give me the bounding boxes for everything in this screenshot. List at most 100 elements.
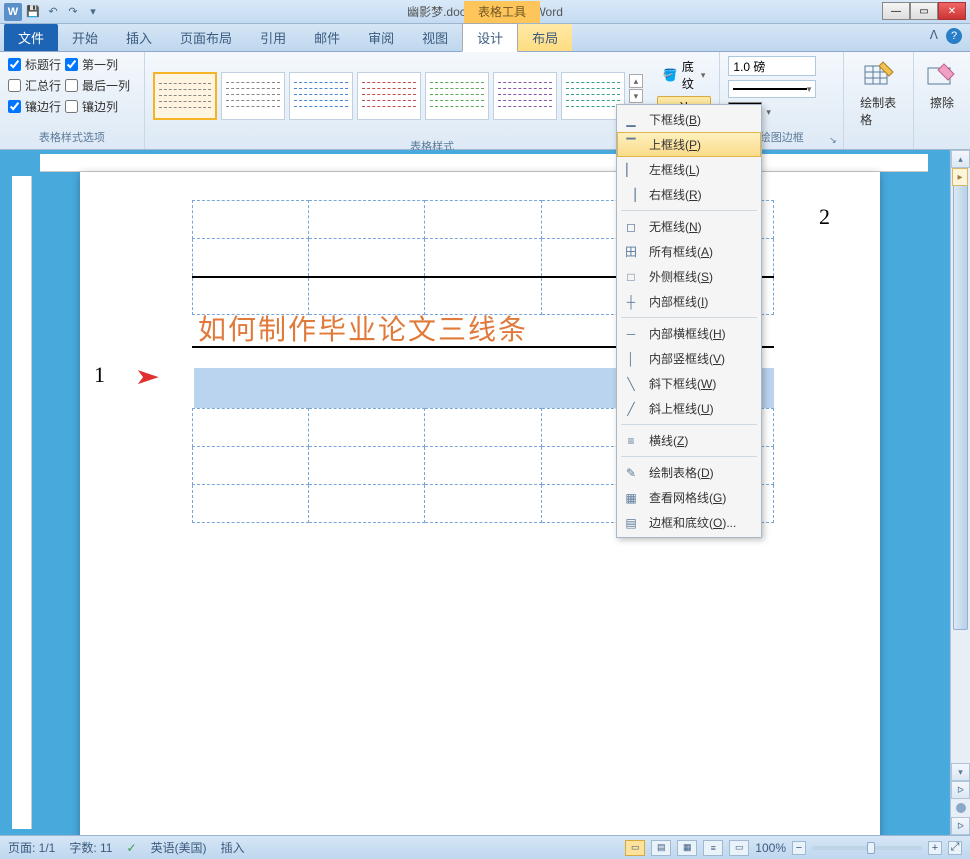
status-page[interactable]: 页面: 1/1 [8,839,55,856]
border-item-icon: ▦ [621,490,641,506]
status-words[interactable]: 字数: 11 [69,839,112,856]
chk-first-col[interactable]: 第一列 [65,56,130,73]
border-item-icon: □ [621,269,641,285]
dialog-launcher-icon[interactable]: ↘ [829,135,841,147]
eraser-button[interactable]: 擦除 [922,56,962,115]
group-eraser-btn: 擦除 [914,52,970,149]
border-menu-V[interactable]: │内部竖框线(V) [617,346,761,371]
group-draw-table-btn: 绘制表格 [844,52,914,149]
tab-pagelayout[interactable]: 页面布局 [166,24,246,51]
border-menu-U[interactable]: ╱斜上框线(U) [617,396,761,421]
side-panel-tab[interactable]: ▸ [952,168,968,186]
border-menu-S[interactable]: □外侧框线(S) [617,264,761,289]
document-heading: 如何制作毕业论文三线条 [198,308,528,348]
gallery-down-icon[interactable]: ▾ [629,89,643,103]
pen-weight-select[interactable] [728,56,816,76]
border-menu-B[interactable]: ▁下框线(B) [617,107,761,132]
border-menu-O[interactable]: ▤边框和底纹(O)... [617,510,761,535]
tab-layout[interactable]: 布局 [518,24,572,51]
word-app-icon: W [4,3,22,21]
shading-button[interactable]: 🪣底纹▾ [657,56,712,94]
zoom-slider[interactable] [812,846,922,850]
style-thumb-5[interactable] [425,72,489,120]
border-menu-R[interactable]: ▕右框线(R) [617,182,761,207]
chk-banded-rows[interactable]: 镶边行 [8,98,61,115]
chk-banded-cols[interactable]: 镶边列 [65,98,130,115]
tab-insert[interactable]: 插入 [112,24,166,51]
scroll-down-icon[interactable]: ▾ [951,763,970,781]
table-styles-gallery[interactable]: ▴ ▾ ⊻ [153,72,643,120]
vertical-ruler[interactable] [12,176,32,829]
tab-references[interactable]: 引用 [246,24,300,51]
border-menu-D[interactable]: ✎绘制表格(D) [617,460,761,485]
minimize-ribbon-icon[interactable]: ᐱ [930,28,938,44]
next-page-icon[interactable]: ᐅ [951,817,970,835]
style-thumb-6[interactable] [493,72,557,120]
vertical-scrollbar[interactable]: ▴ ▾ ᐅ ᐅ [950,150,970,835]
horizontal-ruler[interactable] [40,154,928,172]
help-icon[interactable]: ? [946,28,962,44]
border-item-icon: ┼ [621,294,641,310]
undo-icon[interactable]: ↶ [44,3,62,21]
view-fullscreen-icon[interactable]: ▤ [651,840,671,856]
minimize-button[interactable]: — [882,2,910,20]
border-menu-W[interactable]: ╲斜下框线(W) [617,371,761,396]
save-icon[interactable]: 💾 [24,3,42,21]
border-item-icon: ▕ [621,187,641,203]
annotation-2: 2 [819,204,830,230]
tab-home[interactable]: 开始 [58,24,112,51]
tab-view[interactable]: 视图 [408,24,462,51]
border-item-icon: ▔ [621,137,641,153]
zoom-out-button[interactable]: − [792,841,806,855]
view-print-layout-icon[interactable]: ▭ [625,840,645,856]
eraser-icon [926,60,958,92]
view-draft-icon[interactable]: ▭ [729,840,749,856]
scroll-thumb[interactable] [953,170,968,630]
chk-total-row[interactable]: 汇总行 [8,77,61,94]
border-menu-A[interactable]: 田所有框线(A) [617,239,761,264]
border-menu-H[interactable]: ─内部横框线(H) [617,321,761,346]
paint-bucket-icon: 🪣 [663,67,678,83]
border-item-icon: ◻ [621,219,641,235]
border-menu-Z[interactable]: ≡横线(Z) [617,428,761,453]
close-button[interactable]: ✕ [938,2,966,20]
border-menu-P[interactable]: ▔上框线(P) [617,132,761,157]
style-thumb-2[interactable] [221,72,285,120]
redo-icon[interactable]: ↷ [64,3,82,21]
prev-page-icon[interactable]: ᐅ [951,781,970,799]
window-controls: — ▭ ✕ [882,2,966,20]
tab-design[interactable]: 设计 [462,23,518,52]
qat-customize-icon[interactable]: ▾ [84,3,102,21]
view-outline-icon[interactable]: ≡ [703,840,723,856]
border-item-icon: ▏ [621,162,641,178]
chk-last-col[interactable]: 最后一列 [65,77,130,94]
border-item-icon: │ [621,351,641,367]
chk-header-row[interactable]: 标题行 [8,56,61,73]
group-label-style-options: 表格样式选项 [8,127,136,147]
status-language[interactable]: 英语(美国) [151,839,207,856]
view-web-icon[interactable]: ▦ [677,840,697,856]
border-menu-I[interactable]: ┼内部框线(I) [617,289,761,314]
proofing-icon[interactable]: ✓ [127,841,137,855]
maximize-button[interactable]: ▭ [910,2,938,20]
scroll-up-icon[interactable]: ▴ [951,150,970,168]
draw-table-button[interactable]: 绘制表格 [852,56,905,132]
tab-mailings[interactable]: 邮件 [300,24,354,51]
document-viewport: 如何制作毕业论文三线条 1 2 ➤ ➤ [0,150,948,835]
style-thumb-1[interactable] [153,72,217,120]
style-thumb-4[interactable] [357,72,421,120]
border-menu-G[interactable]: ▦查看网格线(G) [617,485,761,510]
gallery-up-icon[interactable]: ▴ [629,74,643,88]
browse-object-icon[interactable] [956,803,966,813]
border-menu-N[interactable]: ◻无框线(N) [617,214,761,239]
zoom-level[interactable]: 100% [755,841,786,855]
zoom-fit-button[interactable]: ⤢ [948,841,962,855]
tab-file[interactable]: 文件 [4,24,58,51]
border-menu-L[interactable]: ▏左框线(L) [617,157,761,182]
border-item-icon: ✎ [621,465,641,481]
style-thumb-3[interactable] [289,72,353,120]
status-mode[interactable]: 插入 [221,839,245,856]
title-bar: W 💾 ↶ ↷ ▾ 幽影梦.docx - Microsoft Word 表格工具… [0,0,970,24]
tab-review[interactable]: 审阅 [354,24,408,51]
zoom-in-button[interactable]: + [928,841,942,855]
